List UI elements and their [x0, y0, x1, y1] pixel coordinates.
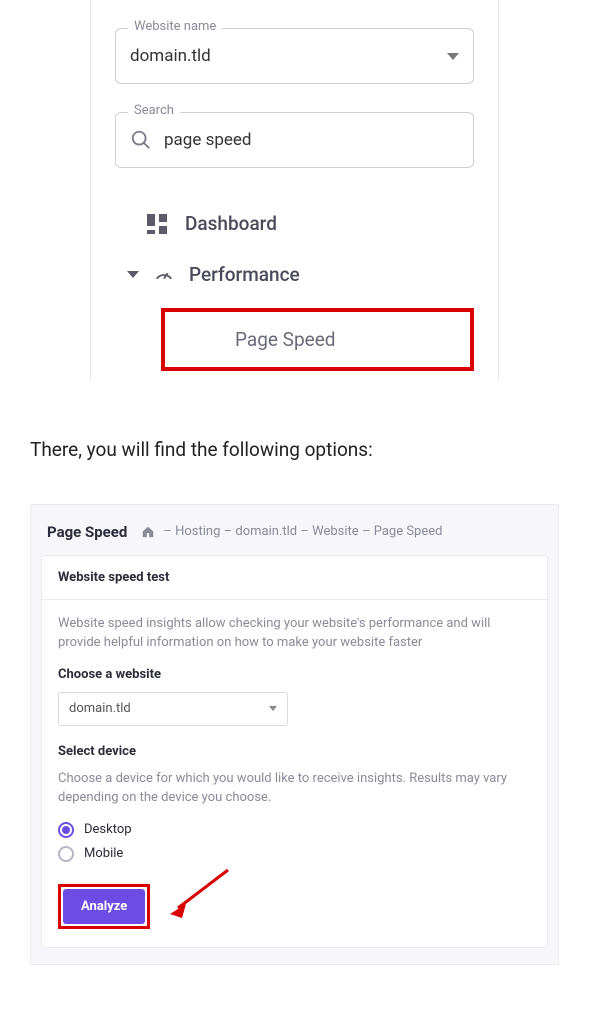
gauge-icon — [153, 264, 175, 286]
radio-desktop-label: Desktop — [84, 822, 132, 837]
chevron-down-icon — [447, 53, 459, 60]
dashboard-icon — [147, 214, 167, 234]
highlight-box: Analyze — [58, 884, 150, 929]
radio-mobile-label: Mobile — [84, 846, 123, 861]
choose-website-select[interactable]: domain.tld — [58, 692, 288, 726]
radio-mobile[interactable]: Mobile — [58, 846, 531, 862]
choose-website-label: Choose a website — [58, 667, 531, 682]
search-input[interactable]: Search page speed — [115, 112, 474, 168]
select-device-desc: Choose a device for which you would like… — [58, 769, 531, 808]
radio-unselected-icon — [58, 846, 74, 862]
analyze-button[interactable]: Analyze — [63, 889, 145, 924]
arrow-annotation-icon — [168, 862, 238, 922]
card-body: Website speed insights allow checking yo… — [42, 600, 547, 947]
search-value: page speed — [164, 130, 459, 150]
page-title: Page Speed — [47, 523, 127, 541]
sidebar-screenshot: Website name domain.tld Search page spee… — [0, 0, 589, 381]
choose-website-value: domain.tld — [69, 701, 131, 716]
card-description: Website speed insights allow checking yo… — [58, 614, 531, 653]
breadcrumb-website[interactable]: Website — [300, 524, 358, 539]
website-name-value: domain.tld — [130, 46, 447, 66]
panel-header: Page Speed Hosting domain.tld Website Pa… — [41, 521, 548, 555]
breadcrumb: Hosting domain.tld Website Page Speed — [163, 524, 442, 539]
highlight-box: Page Speed — [161, 308, 474, 371]
nav-performance[interactable]: Performance — [123, 249, 474, 300]
nav-dashboard[interactable]: Dashboard — [123, 198, 474, 249]
breadcrumb-domain[interactable]: domain.tld — [224, 524, 298, 539]
card-heading: Website speed test — [42, 556, 547, 600]
radio-desktop[interactable]: Desktop — [58, 822, 531, 838]
analyze-wrap: Analyze — [58, 884, 150, 929]
page-speed-screenshot: Page Speed Hosting domain.tld Website Pa… — [0, 504, 589, 965]
breadcrumb-hosting[interactable]: Hosting — [163, 524, 220, 539]
chevron-down-icon — [269, 706, 277, 711]
search-icon — [130, 129, 152, 151]
sidebar-panel: Website name domain.tld Search page spee… — [90, 0, 499, 381]
body-paragraph: There, you will find the following optio… — [0, 381, 589, 504]
select-device-label: Select device — [58, 744, 531, 759]
nav-list: Dashboard Performance Page Speed — [115, 198, 474, 371]
breadcrumb-page-speed[interactable]: Page Speed — [362, 524, 443, 539]
search-label: Search — [128, 103, 180, 118]
home-icon[interactable] — [141, 525, 155, 539]
nav-page-speed-label: Page Speed — [235, 328, 336, 351]
nav-performance-label: Performance — [189, 263, 300, 286]
speed-test-card: Website speed test Website speed insight… — [41, 555, 548, 948]
nav-page-speed[interactable]: Page Speed — [165, 312, 470, 367]
page-speed-panel: Page Speed Hosting domain.tld Website Pa… — [30, 504, 559, 965]
collapse-icon — [127, 271, 139, 278]
website-name-label: Website name — [128, 19, 222, 34]
nav-dashboard-label: Dashboard — [185, 212, 277, 235]
radio-selected-icon — [58, 822, 74, 838]
website-name-select[interactable]: Website name domain.tld — [115, 28, 474, 84]
